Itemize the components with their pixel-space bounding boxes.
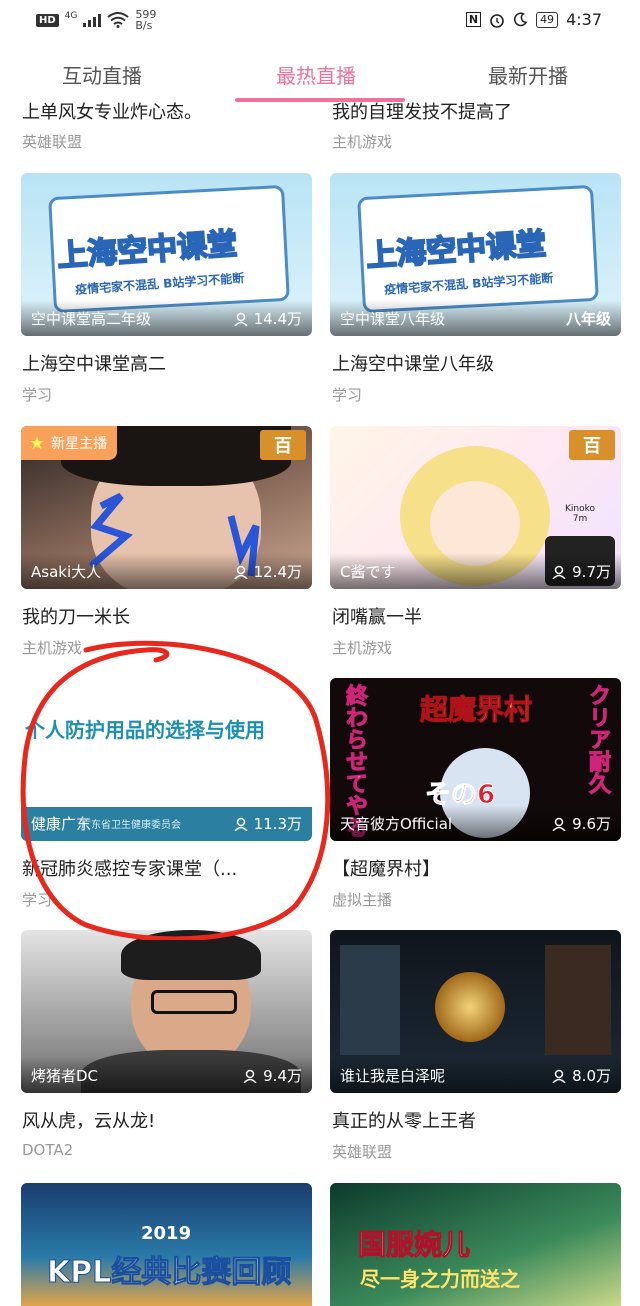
viewer-count: 14.4万 — [234, 308, 302, 329]
viewers-icon — [552, 817, 566, 831]
nfc-icon: N — [465, 12, 482, 27]
moon-icon — [513, 12, 528, 27]
anchor-name: 空中课堂高二年级 — [31, 310, 152, 328]
thumbnail-caption: Asaki大人 12.4万 — [21, 553, 312, 589]
thumbnail-caption: 空中课堂高二年级 14.4万 — [21, 300, 312, 336]
game-panel-left — [340, 945, 400, 1055]
annotation-circle — [20, 640, 331, 940]
net-speed: 599 B/s — [135, 8, 157, 32]
network-type: 4G — [64, 11, 78, 21]
glasses-image — [151, 990, 237, 1014]
battery-icon: 49 — [536, 11, 559, 28]
viewer-count: 9.4万 — [243, 1065, 302, 1086]
card-category[interactable]: 学习 — [22, 384, 52, 405]
card-category[interactable]: 英雄联盟 — [332, 1141, 392, 1162]
stream-thumbnail[interactable]: 上海空中课堂 疫情宅家不混乱 B站学习不能断 空中课堂高二年级 14.4万 — [21, 173, 312, 336]
anchor-name: 天音彼方Official — [340, 815, 453, 833]
stream-thumbnail[interactable]: 超魔界村 終わらせてやる クリア耐久 その6 天音彼方Official 9.6万 — [330, 678, 621, 841]
signal-icon — [83, 13, 102, 27]
card-title[interactable]: 风从虎，云从龙! — [22, 1107, 312, 1133]
thumbnail-caption: 谁让我是白泽呢 8.0万 — [330, 1057, 621, 1093]
stream-thumbnail[interactable]: 国服婉儿 尽一身之力而送之 — [330, 1183, 621, 1306]
viewer-count: 9.6万 — [552, 813, 611, 834]
thumb-title: 超魔界村 — [419, 693, 533, 727]
game-panel-right — [545, 945, 611, 1055]
card-title[interactable]: 真正的从零上王者 — [332, 1107, 622, 1133]
clock: 4:37 — [566, 10, 602, 29]
rank-emblem — [435, 972, 505, 1042]
viewers-icon — [234, 565, 248, 579]
card-title[interactable]: 上海空中课堂高二 — [22, 350, 312, 376]
wifi-icon — [107, 12, 129, 28]
viewers-icon — [552, 1069, 566, 1083]
thumbnail-caption: 天音彼方Official 9.6万 — [330, 805, 621, 841]
card-category[interactable]: 主机游戏 — [332, 637, 392, 658]
thumb-tag: 八年级 — [565, 310, 611, 328]
stream-thumbnail[interactable]: Kinoko 7m 百 C酱です 9.7万 — [330, 426, 621, 589]
alarm-icon — [490, 13, 504, 28]
thumb-tag: Kinoko 7m — [564, 504, 595, 524]
card-title[interactable]: 上海空中课堂八年级 — [332, 350, 622, 376]
card-title[interactable]: 我的刀一米长 — [22, 603, 312, 629]
tab-hottest-live[interactable]: 最热直播 — [276, 60, 356, 89]
bai-corner-badge: 百 — [260, 430, 306, 460]
hd-icon: HD — [36, 13, 59, 27]
bai-corner-badge: 百 — [569, 430, 615, 460]
viewer-count: 12.4万 — [234, 561, 302, 582]
card-title[interactable]: 【超魔界村】 — [332, 855, 622, 881]
viewers-icon — [234, 312, 248, 326]
status-bar: HD 4G 599 B/s N 49 4:37 — [0, 0, 640, 40]
thumb-subtitle: 尽一身之力而送之 — [360, 1267, 520, 1291]
viewers-icon — [552, 565, 566, 579]
stream-thumbnail[interactable]: 上海空中课堂 疫情宅家不混乱 B站学习不能断 空中课堂八年级 八年级 — [330, 173, 621, 336]
card-category[interactable]: 主机游戏 — [332, 131, 392, 152]
viewer-count: 9.7万 — [552, 561, 611, 582]
anchor-name: 烤猪者DC — [31, 1067, 99, 1085]
thumb-subtitle: 2019 — [141, 1223, 192, 1244]
stream-thumbnail[interactable]: 2019 KPL经典比赛回顾 — [21, 1183, 312, 1306]
stream-thumbnail[interactable]: ★ 新星主播 百 Asaki大人 12.4万 — [21, 426, 312, 589]
anchor-name: 空中课堂八年级 — [340, 310, 446, 328]
tab-interactive-live[interactable]: 互动直播 — [62, 60, 142, 89]
thumbnail-caption: 烤猪者DC 9.4万 — [21, 1057, 312, 1093]
anchor-name: 谁让我是白泽呢 — [340, 1067, 446, 1085]
thumbnail-caption: C酱です 9.7万 — [330, 553, 621, 589]
card-title[interactable]: 闭嘴赢一半 — [332, 603, 622, 629]
card-category[interactable]: 英雄联盟 — [22, 131, 82, 152]
viewer-count: 8.0万 — [552, 1065, 611, 1086]
thumb-title: 国服婉儿 — [357, 1228, 471, 1262]
new-star-badge: ★ 新星主播 — [21, 426, 118, 460]
thumb-title: KPL经典比赛回顾 — [46, 1255, 292, 1291]
viewers-icon — [243, 1069, 257, 1083]
top-tab-bar: 互动直播 最热直播 最新开播 — [0, 44, 640, 102]
star-icon: ★ — [29, 432, 46, 454]
card-category[interactable]: DOTA2 — [22, 1141, 73, 1159]
stream-thumbnail[interactable]: 烤猪者DC 9.4万 — [21, 930, 312, 1093]
stream-thumbnail[interactable]: 谁让我是白泽呢 8.0万 — [330, 930, 621, 1093]
card-category[interactable]: 虚拟主播 — [332, 889, 392, 910]
tab-newest-live[interactable]: 最新开播 — [488, 60, 568, 89]
thumb-right-text: クリア耐久 — [585, 684, 611, 795]
active-tab-indicator — [235, 98, 405, 102]
card-category[interactable]: 学习 — [332, 384, 362, 405]
thumbnail-caption: 空中课堂八年级 八年级 — [330, 300, 621, 336]
anchor-name: C酱です — [340, 563, 396, 581]
anchor-name: Asaki大人 — [31, 563, 102, 581]
